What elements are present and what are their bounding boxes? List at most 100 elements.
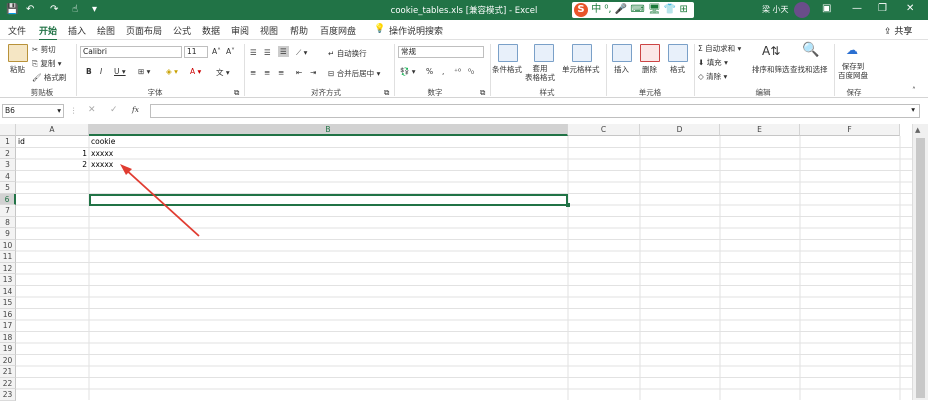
number-format-select[interactable]: 常规 xyxy=(398,46,484,58)
row-header-18[interactable]: 18 xyxy=(0,331,16,343)
delete-cells-icon[interactable] xyxy=(640,44,660,62)
baidu-cloud-icon[interactable]: ☁ xyxy=(846,43,858,57)
find-icon[interactable]: 🔍 xyxy=(802,42,819,58)
number-dialog-icon[interactable]: ⧉ xyxy=(480,88,485,98)
cell-b1[interactable]: cookie xyxy=(91,136,115,147)
row-header-8[interactable]: 8 xyxy=(0,216,16,228)
row-header-22[interactable]: 22 xyxy=(0,377,16,389)
align-middle-icon[interactable]: ☰ xyxy=(264,48,271,57)
cancel-icon[interactable]: ✕ xyxy=(88,105,96,115)
fill-button[interactable]: ⬇ 填充 ▾ xyxy=(698,57,728,68)
insert-cells-icon[interactable] xyxy=(612,44,632,62)
row-header-17[interactable]: 17 xyxy=(0,320,16,332)
format-cells-icon[interactable] xyxy=(668,44,688,62)
name-box[interactable]: B6 ▾ xyxy=(2,104,64,118)
tab-data[interactable]: 数据 xyxy=(202,24,220,37)
autosum-button[interactable]: Σ 自动求和 ▾ xyxy=(698,43,741,54)
row-header-7[interactable]: 7 xyxy=(0,205,16,217)
font-name-select[interactable]: Calibri xyxy=(80,46,182,58)
decrease-indent-icon[interactable]: ⇤ xyxy=(296,68,302,77)
grow-font-icon[interactable]: A˄ xyxy=(212,47,221,56)
increase-decimal-icon[interactable]: ⁺⁰ xyxy=(454,67,461,76)
fill-color-icon[interactable]: ◈ ▾ xyxy=(166,67,178,76)
tab-review[interactable]: 审阅 xyxy=(231,24,249,37)
italic-icon[interactable]: I xyxy=(100,67,102,76)
clear-button[interactable]: ◇ 清除 ▾ xyxy=(698,71,727,82)
user-name[interactable]: 梁 小天 xyxy=(762,4,789,15)
row-header-6[interactable]: 6 xyxy=(0,193,16,205)
row-header-13[interactable]: 13 xyxy=(0,274,16,286)
tab-insert[interactable]: 插入 xyxy=(68,24,86,37)
row-header-9[interactable]: 9 xyxy=(0,228,16,240)
wrap-text-button[interactable]: ↵ 自动换行 xyxy=(328,48,367,59)
close-icon[interactable]: ✕ xyxy=(906,3,914,14)
align-right-icon[interactable]: ≡ xyxy=(278,68,284,77)
row-header-16[interactable]: 16 xyxy=(0,308,16,320)
copy-button[interactable]: ⎘ 复制 ▾ xyxy=(32,58,62,69)
column-header-a[interactable]: A xyxy=(16,124,89,136)
shrink-font-icon[interactable]: A˅ xyxy=(226,47,235,56)
cell-a3[interactable]: 2 xyxy=(18,159,87,170)
insert-cells-label[interactable]: 插入 xyxy=(614,64,629,75)
column-header-e[interactable]: E xyxy=(720,124,800,136)
tab-help[interactable]: 帮助 xyxy=(290,24,308,37)
tab-page-layout[interactable]: 页面布局 xyxy=(126,24,162,37)
select-all-corner[interactable] xyxy=(0,124,16,136)
increase-indent-icon[interactable]: ⇥ xyxy=(310,68,316,77)
minimize-icon[interactable]: — xyxy=(852,3,862,14)
ime-toolbar[interactable]: S 中 ⁰, 🎤 ⌨ 🖥 👕 ⊞ xyxy=(572,2,694,18)
row-header-21[interactable]: 21 xyxy=(0,366,16,378)
paste-icon[interactable] xyxy=(8,44,28,62)
fill-handle[interactable] xyxy=(566,203,570,207)
font-dialog-icon[interactable]: ⧉ xyxy=(234,88,239,98)
tab-home[interactable]: 开始 xyxy=(39,24,58,41)
decrease-decimal-icon[interactable]: ⁰₀ xyxy=(468,67,474,76)
font-color-icon[interactable]: A ▾ xyxy=(190,67,201,76)
delete-cells-label[interactable]: 删除 xyxy=(642,64,657,75)
align-bottom-icon[interactable]: ☰ xyxy=(278,46,289,57)
collapse-ribbon-icon[interactable]: ˄ xyxy=(912,86,916,95)
column-header-c[interactable]: C xyxy=(568,124,640,136)
restore-icon[interactable]: ❐ xyxy=(878,3,887,14)
percent-icon[interactable]: % xyxy=(426,67,433,76)
column-header-d[interactable]: D xyxy=(640,124,720,136)
row-header-15[interactable]: 15 xyxy=(0,297,16,309)
row-header-5[interactable]: 5 xyxy=(0,182,16,194)
format-cells-label[interactable]: 格式 xyxy=(670,64,685,75)
row-header-19[interactable]: 19 xyxy=(0,343,16,355)
scroll-up-icon[interactable]: ▲ xyxy=(915,126,920,134)
align-left-icon[interactable]: ≡ xyxy=(250,68,256,77)
border-icon[interactable]: ⊞ ▾ xyxy=(138,67,150,76)
conditional-format-icon[interactable] xyxy=(498,44,518,62)
cell-a1[interactable]: id xyxy=(18,136,25,147)
sort-filter-icon[interactable]: A⇅ xyxy=(762,44,780,58)
underline-icon[interactable]: U ▾ xyxy=(114,67,126,76)
row-header-14[interactable]: 14 xyxy=(0,285,16,297)
vertical-scrollbar[interactable]: ▲ xyxy=(912,124,928,400)
align-top-icon[interactable]: ☰ xyxy=(250,48,257,57)
sort-filter-label[interactable]: 排序和筛选 xyxy=(752,64,790,75)
save-baidu-label[interactable]: 保存到 百度网盘 xyxy=(838,62,868,80)
row-header-10[interactable]: 10 xyxy=(0,239,16,251)
column-header-f[interactable]: F xyxy=(800,124,900,136)
row-header-23[interactable]: 23 xyxy=(0,389,16,401)
row-header-1[interactable]: 1 xyxy=(0,136,16,148)
find-select-label[interactable]: 查找和选择 xyxy=(790,64,828,75)
merge-center-button[interactable]: ⊟ 合并后居中 ▾ xyxy=(328,68,380,79)
row-header-11[interactable]: 11 xyxy=(0,251,16,263)
orientation-icon[interactable]: ⟋ ▾ xyxy=(296,48,307,58)
cell-style-label[interactable]: 单元格样式 xyxy=(562,64,600,75)
avatar[interactable] xyxy=(794,2,810,18)
row-header-3[interactable]: 3 xyxy=(0,159,16,171)
formula-input[interactable]: ▾ xyxy=(150,104,920,118)
scroll-thumb[interactable] xyxy=(916,138,925,398)
table-format-label[interactable]: 套用 表格格式 xyxy=(525,64,555,82)
row-header-12[interactable]: 12 xyxy=(0,262,16,274)
cell-a2[interactable]: 1 xyxy=(18,148,87,159)
tab-draw[interactable]: 绘图 xyxy=(97,24,115,37)
row-header-20[interactable]: 20 xyxy=(0,354,16,366)
align-dialog-icon[interactable]: ⧉ xyxy=(384,88,389,98)
tab-view[interactable]: 视图 xyxy=(260,24,278,37)
cut-button[interactable]: ✂ 剪切 xyxy=(32,44,56,55)
tab-baidu-pan[interactable]: 百度网盘 xyxy=(320,24,356,37)
